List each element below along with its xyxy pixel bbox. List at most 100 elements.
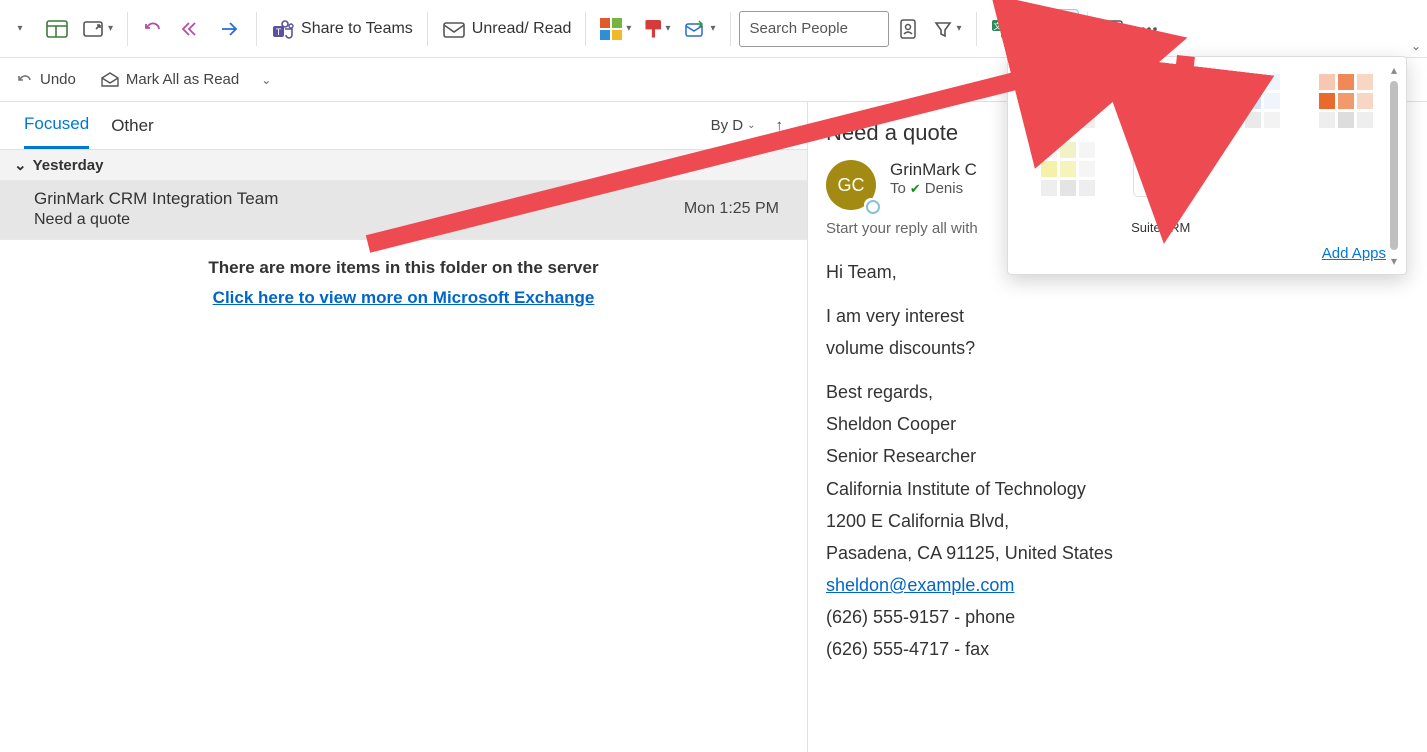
separator (730, 12, 731, 46)
undo-button[interactable] (136, 9, 170, 49)
app-tile[interactable] (1117, 69, 1206, 133)
forward-icon (218, 19, 242, 39)
unread-read-button[interactable]: Unread/ Read (436, 9, 578, 49)
address-book-button[interactable] (891, 9, 925, 49)
svg-text:T: T (276, 27, 282, 37)
focused-other-tabs: Focused Other By D ⌄ ↑ (0, 102, 807, 150)
ribbon-toolbar: ▾ ▾ T Share to Teams Unread/ Read ▾ ▾ ▾ … (0, 0, 1427, 58)
message-time: Mon 1:25 PM (684, 200, 779, 218)
sender-avatar[interactable]: GC (826, 160, 876, 210)
app-tile[interactable] (1302, 69, 1391, 133)
filter-button[interactable]: ▾ (927, 9, 968, 49)
body-line: volume discounts? (826, 335, 1409, 361)
separator (1036, 12, 1037, 46)
more-items-hint: There are more items in this folder on t… (0, 240, 807, 282)
categories-button[interactable]: ▾ (594, 9, 637, 49)
search-placeholder: Search People (750, 20, 848, 37)
app-tile[interactable] (1024, 69, 1113, 133)
filter-icon (933, 19, 953, 39)
mark-all-read-button[interactable]: Mark All as Read (94, 64, 245, 96)
apps-panel: GM <> SuiteCRM Add Apps ▴▾ (1007, 56, 1407, 275)
message-subject: Need a quote (34, 211, 278, 229)
to-name: Denis (925, 180, 963, 197)
app-tile[interactable] (1209, 69, 1298, 133)
customize-dropdown[interactable]: ▾ (4, 9, 38, 49)
calendar-insights-button[interactable] (1096, 9, 1130, 49)
app-name: SuiteCRM (1131, 220, 1190, 235)
reply-all-icon (178, 19, 204, 39)
layout-icon (46, 19, 68, 39)
apps-scrollbar[interactable]: ▴▾ (1386, 63, 1402, 268)
suitecrm-icon: GM (1140, 154, 1182, 184)
chevron-down-icon: ⌄ (14, 156, 27, 174)
envelope-icon (442, 19, 466, 39)
app-tile[interactable] (1024, 137, 1113, 239)
svg-text:A: A (1003, 29, 1009, 38)
teams-icon: T (271, 18, 295, 40)
calendar-chart-icon (1102, 18, 1124, 40)
app-tile-empty (1209, 137, 1298, 239)
to-label: To (890, 180, 906, 197)
send-receive-icon (684, 19, 706, 39)
forward-button[interactable] (212, 9, 248, 49)
translate-icon: 文A (991, 18, 1013, 40)
unread-read-label: Unread/ Read (472, 20, 572, 38)
body-line: I am very interest (826, 303, 1409, 329)
separator (127, 12, 128, 46)
ellipsis-icon (1138, 19, 1160, 39)
undo-secondary-button[interactable]: Undo (10, 64, 82, 96)
undo-label: Undo (40, 71, 76, 88)
send-receive-button[interactable]: ▾ (678, 9, 721, 49)
translate-button[interactable]: 文A ▾ (985, 9, 1028, 49)
body-line: California Institute of Technology (826, 476, 1409, 502)
flag-button[interactable]: ▾ (639, 9, 676, 49)
separator (256, 12, 257, 46)
presence-indicator (864, 198, 878, 212)
body-line: 1200 E California Blvd, (826, 508, 1409, 534)
share-to-teams-button[interactable]: T Share to Teams (265, 9, 419, 49)
reply-all-button[interactable] (172, 9, 210, 49)
body-line: Pasadena, CA 91125, United States (826, 540, 1409, 566)
tab-other[interactable]: Other (111, 102, 154, 149)
flag-icon (645, 20, 661, 38)
all-apps-button[interactable] (1045, 9, 1079, 49)
share-to-teams-label: Share to Teams (301, 20, 413, 38)
archive-icon (82, 19, 104, 39)
search-people-input[interactable]: Search People (739, 11, 889, 47)
more-button[interactable] (1132, 9, 1166, 49)
body-line: (626) 555-4717 - fax (826, 636, 1409, 662)
undo-icon (16, 72, 34, 88)
body-email-link[interactable]: sheldon@example.com (826, 575, 1014, 595)
body-line: Sheldon Cooper (826, 411, 1409, 437)
apps-grid-icon (1052, 19, 1072, 39)
verified-icon: ✔ (910, 181, 921, 197)
avatar-initials: GC (838, 175, 865, 196)
ribbon-collapse-chevron[interactable]: ⌄ (1411, 39, 1421, 53)
app-prefix: <> (1153, 201, 1168, 216)
undo-icon (142, 19, 164, 39)
categories-icon (600, 18, 622, 40)
add-apps-link[interactable]: Add Apps (1322, 245, 1386, 262)
tab-focused[interactable]: Focused (24, 102, 89, 149)
body-line: Best regards, (826, 379, 1409, 405)
separator (427, 12, 428, 46)
mark-all-read-label: Mark All as Read (126, 71, 239, 88)
separator (585, 12, 586, 46)
address-book-icon (898, 18, 918, 40)
svg-text:文: 文 (993, 21, 1001, 31)
group-header-yesterday[interactable]: ⌄ Yesterday (0, 150, 807, 181)
more-secondary-button[interactable]: ⌄ (257, 64, 277, 96)
layout-button[interactable] (40, 9, 74, 49)
envelope-open-icon (100, 72, 120, 88)
sort-by-button[interactable]: By D ⌄ ↑ (711, 117, 783, 134)
sort-label: By D (711, 117, 744, 134)
separator (976, 12, 977, 46)
archive-button[interactable]: ▾ (76, 9, 119, 49)
body-line: (626) 555-9157 - phone (826, 604, 1409, 630)
view-more-link[interactable]: Click here to view more on Microsoft Exc… (0, 282, 807, 314)
message-from: GrinMark CRM Integration Team (34, 189, 278, 209)
app-tile-empty (1302, 137, 1391, 239)
reading-from: GrinMark C (890, 160, 977, 180)
app-tile-suitecrm[interactable]: GM <> SuiteCRM (1117, 137, 1206, 239)
message-item[interactable]: GrinMark CRM Integration Team Need a quo… (0, 181, 807, 240)
